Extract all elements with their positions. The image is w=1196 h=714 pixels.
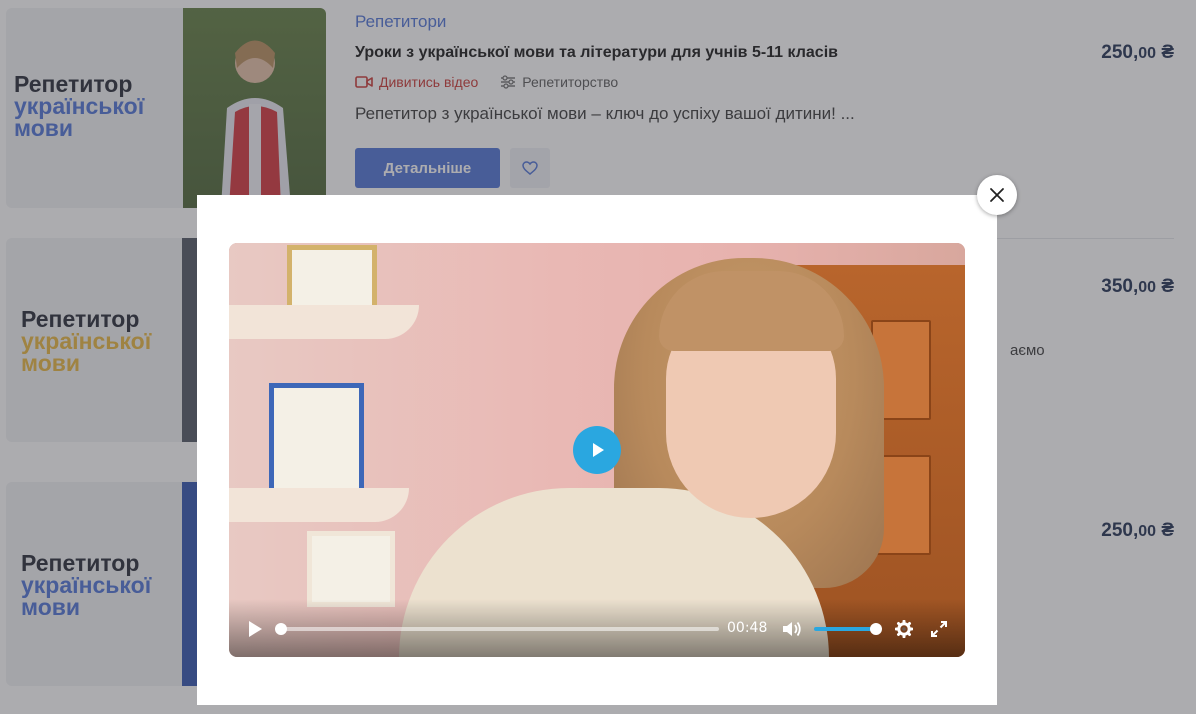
- mute-button[interactable]: [779, 617, 805, 641]
- play-pause-button[interactable]: [243, 617, 267, 641]
- video-scene-person: [659, 271, 844, 351]
- video-scene-certificate: [307, 531, 395, 607]
- gear-icon: [895, 620, 913, 638]
- current-time: 00:48: [727, 620, 768, 636]
- volume-slider[interactable]: [814, 623, 882, 635]
- video-controls: 00:48: [229, 599, 965, 657]
- volume-icon: [783, 621, 801, 637]
- progress-bar[interactable]: [275, 623, 719, 635]
- video-scene-certificate: [269, 383, 364, 495]
- close-icon: [990, 188, 1004, 202]
- volume-handle[interactable]: [870, 623, 882, 635]
- fullscreen-button[interactable]: [927, 617, 951, 641]
- play-icon: [593, 443, 604, 457]
- video-scene-shelf: [229, 488, 409, 522]
- play-icon: [249, 621, 262, 637]
- video-scene-shelf: [229, 305, 419, 339]
- video-player[interactable]: 00:48: [229, 243, 965, 657]
- settings-button[interactable]: [892, 617, 916, 641]
- close-modal-button[interactable]: [977, 175, 1017, 215]
- fullscreen-icon: [931, 621, 947, 637]
- big-play-button[interactable]: [573, 426, 621, 474]
- progress-handle[interactable]: [275, 623, 287, 635]
